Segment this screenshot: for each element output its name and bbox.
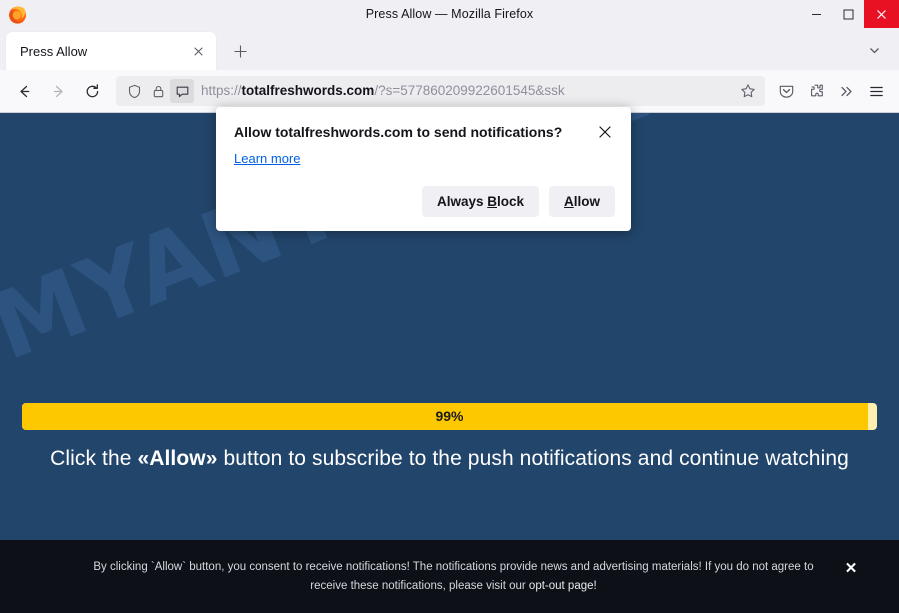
always-block-prefix: Always	[436, 194, 488, 209]
firefox-browser-window: Press Allow — Mozilla Firefox Press Allo…	[0, 0, 899, 613]
list-all-tabs-button[interactable]	[859, 35, 889, 65]
always-block-accesskey: B	[487, 194, 497, 209]
url-text: https://totalfreshwords.com/?s=577860209…	[201, 76, 735, 106]
loading-progress-bar: 99%	[22, 403, 877, 430]
pocket-button[interactable]	[771, 76, 801, 106]
maximize-button[interactable]	[832, 0, 864, 28]
allow-suffix: llow	[573, 194, 600, 209]
allow-button[interactable]: Allow	[549, 186, 615, 217]
firefox-logo-icon	[7, 4, 28, 25]
headline-allow-emphasis: «Allow»	[137, 447, 218, 470]
allow-accesskey: A	[564, 194, 574, 209]
window-titlebar: Press Allow — Mozilla Firefox	[0, 0, 899, 28]
consent-banner: By clicking `Allow` button, you consent …	[0, 540, 899, 613]
tab-bar: Press Allow	[0, 28, 899, 70]
connection-lock-icon[interactable]	[146, 79, 170, 103]
progress-percent-label: 99%	[435, 408, 464, 424]
notification-permission-icon[interactable]	[170, 79, 194, 103]
consent-banner-close-icon[interactable]: ✕	[841, 558, 861, 578]
close-window-button[interactable]	[864, 0, 899, 28]
always-block-button[interactable]: Always Block	[421, 186, 539, 217]
notification-permission-popup: Allow totalfreshwords.com to send notifi…	[216, 107, 631, 231]
browser-tab[interactable]: Press Allow	[6, 32, 216, 70]
window-controls	[800, 0, 899, 28]
headline-text-before: Click the	[50, 447, 138, 470]
instruction-headline: Click the «Allow» button to subscribe to…	[0, 447, 899, 471]
bookmark-star-icon[interactable]	[735, 78, 761, 104]
always-block-suffix: lock	[496, 194, 524, 209]
permission-popup-header: Allow totalfreshwords.com to send notifi…	[234, 123, 615, 142]
app-menu-hamburger-icon[interactable]	[861, 76, 891, 106]
new-tab-button[interactable]	[225, 36, 255, 66]
consent-text-body: By clicking `Allow` button, you consent …	[93, 560, 814, 592]
headline-text-after: button to subscribe to the push notifica…	[217, 447, 849, 470]
permission-popup-close-icon[interactable]	[595, 122, 615, 142]
consent-banner-text: By clicking `Allow` button, you consent …	[70, 558, 830, 596]
tracking-protection-shield-icon[interactable]	[122, 79, 146, 103]
url-host: totalfreshwords.com	[241, 83, 375, 98]
forward-button[interactable]	[42, 76, 74, 106]
window-title: Press Allow — Mozilla Firefox	[365, 7, 534, 21]
opt-out-page-link[interactable]: opt-out page!	[529, 580, 597, 592]
minimize-button[interactable]	[800, 0, 832, 28]
url-bar[interactable]: https://totalfreshwords.com/?s=577860209…	[116, 76, 765, 106]
tab-title: Press Allow	[20, 43, 88, 59]
back-button[interactable]	[8, 76, 40, 106]
learn-more-link[interactable]: Learn more	[234, 151, 300, 166]
url-scheme: https://	[201, 83, 242, 98]
reload-button[interactable]	[76, 76, 108, 106]
permission-popup-actions: Always Block Allow	[234, 186, 615, 217]
overflow-chevrons-icon[interactable]	[831, 76, 861, 106]
tab-close-icon[interactable]	[188, 41, 208, 61]
extensions-puzzle-icon[interactable]	[801, 76, 831, 106]
permission-popup-title: Allow totalfreshwords.com to send notifi…	[234, 124, 563, 140]
url-path: /?s=577860209922601545&ssk	[374, 83, 565, 98]
